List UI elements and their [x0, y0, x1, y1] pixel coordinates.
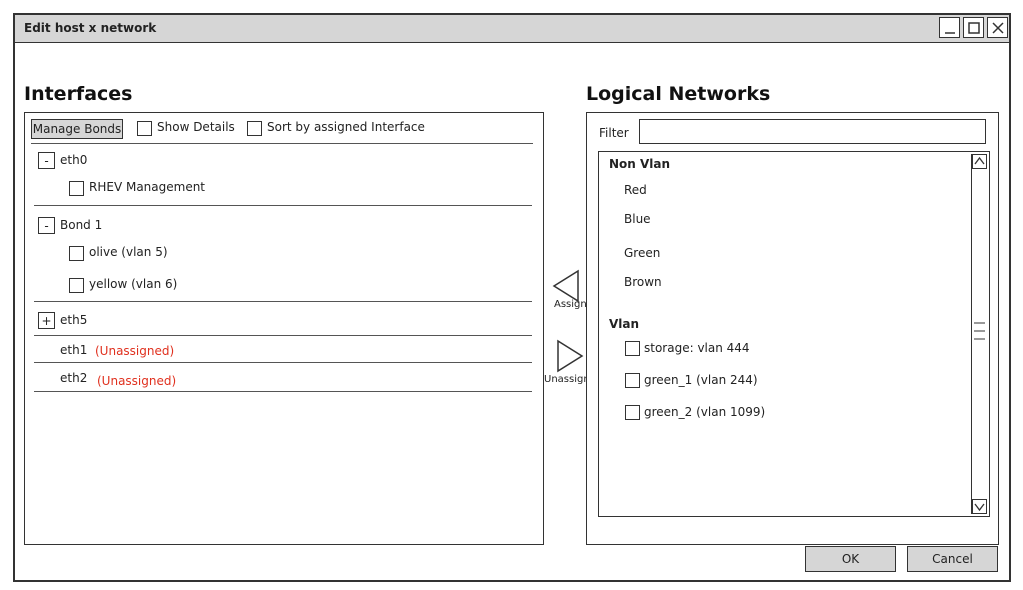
- logical-networks-list[interactable]: Non Vlan Red Blue Green Brown Vlan stora…: [598, 151, 990, 517]
- close-button[interactable]: [987, 17, 1008, 38]
- interfaces-panel: Manage Bonds Show Details Sort by assign…: [24, 112, 544, 545]
- interface-name-eth1: eth1: [60, 343, 88, 357]
- assign-arrow-icon[interactable]: [552, 269, 580, 303]
- minimize-button[interactable]: [939, 17, 960, 38]
- unassign-arrow-icon[interactable]: [556, 339, 584, 373]
- vlan-checkbox-green-1[interactable]: [625, 373, 640, 388]
- interface-name-eth0: eth0: [60, 153, 88, 167]
- edit-host-network-window: Edit host x network Interfaces Manage Bo…: [13, 13, 1011, 582]
- collapse-bond1-toggle[interactable]: -: [38, 217, 55, 234]
- logical-networks-panel: Filter Non Vlan Red Blue Green Brown Vla…: [586, 112, 999, 545]
- close-icon: [991, 21, 1004, 34]
- row-divider: [34, 335, 532, 336]
- unassign-label[interactable]: Unassign: [544, 374, 590, 385]
- maximize-icon: [967, 21, 980, 34]
- vlan-group-label: Vlan: [609, 317, 640, 331]
- toolbar-divider: [31, 143, 533, 144]
- assign-label[interactable]: Assign: [554, 299, 587, 310]
- chevron-down-icon: [974, 503, 985, 512]
- row-divider: [34, 391, 532, 392]
- network-item-red[interactable]: Red: [624, 183, 647, 197]
- title-bar: Edit host x network: [15, 15, 1009, 43]
- manage-bonds-button[interactable]: Manage Bonds: [31, 119, 123, 139]
- non-vlan-group-label: Non Vlan: [609, 157, 671, 171]
- vlan-item-storage: storage: vlan 444: [644, 341, 750, 355]
- vlan-item-green-2: green_2 (vlan 1099): [644, 405, 766, 419]
- ok-button[interactable]: OK: [805, 546, 896, 572]
- network-checkbox-rhev-management[interactable]: [69, 181, 84, 196]
- interface-name-eth5: eth5: [60, 313, 88, 327]
- network-label-olive: olive (vlan 5): [89, 245, 168, 259]
- vlan-checkbox-green-2[interactable]: [625, 405, 640, 420]
- show-details-label: Show Details: [157, 120, 235, 134]
- network-label-rhev-management: RHEV Management: [89, 180, 206, 194]
- sort-by-interface-label: Sort by assigned Interface: [267, 120, 425, 134]
- network-item-green[interactable]: Green: [624, 246, 660, 260]
- filter-input[interactable]: [639, 119, 986, 144]
- expand-eth5-toggle[interactable]: +: [38, 312, 55, 329]
- collapse-eth0-toggle[interactable]: -: [38, 152, 55, 169]
- network-checkbox-yellow[interactable]: [69, 278, 84, 293]
- row-divider: [34, 301, 532, 302]
- sort-by-interface-checkbox[interactable]: [247, 121, 262, 136]
- interface-name-eth2: eth2: [60, 371, 88, 385]
- vlan-checkbox-storage[interactable]: [625, 341, 640, 356]
- chevron-up-icon: [974, 156, 985, 165]
- interfaces-heading: Interfaces: [24, 83, 133, 105]
- window-title: Edit host x network: [24, 21, 157, 35]
- minimize-icon: [944, 31, 955, 34]
- scroll-thumb-grip-icon[interactable]: [974, 321, 985, 345]
- logical-networks-heading: Logical Networks: [586, 83, 771, 105]
- scroll-down-button[interactable]: [972, 499, 987, 514]
- network-label-yellow: yellow (vlan 6): [89, 277, 178, 291]
- filter-label: Filter: [599, 126, 629, 140]
- cancel-button[interactable]: Cancel: [907, 546, 998, 572]
- interface-name-bond1: Bond 1: [60, 218, 103, 232]
- vertical-scrollbar[interactable]: [971, 154, 987, 514]
- network-checkbox-olive[interactable]: [69, 246, 84, 261]
- scroll-up-button[interactable]: [972, 154, 987, 169]
- row-divider: [34, 362, 532, 363]
- network-item-blue[interactable]: Blue: [624, 212, 651, 226]
- show-details-checkbox[interactable]: [137, 121, 152, 136]
- unassigned-status-eth1: (Unassigned): [95, 344, 175, 358]
- row-divider: [34, 205, 532, 206]
- maximize-button[interactable]: [963, 17, 984, 38]
- unassigned-status-eth2: (Unassigned): [97, 374, 177, 388]
- vlan-item-green-1: green_1 (vlan 244): [644, 373, 758, 387]
- network-item-brown[interactable]: Brown: [624, 275, 662, 289]
